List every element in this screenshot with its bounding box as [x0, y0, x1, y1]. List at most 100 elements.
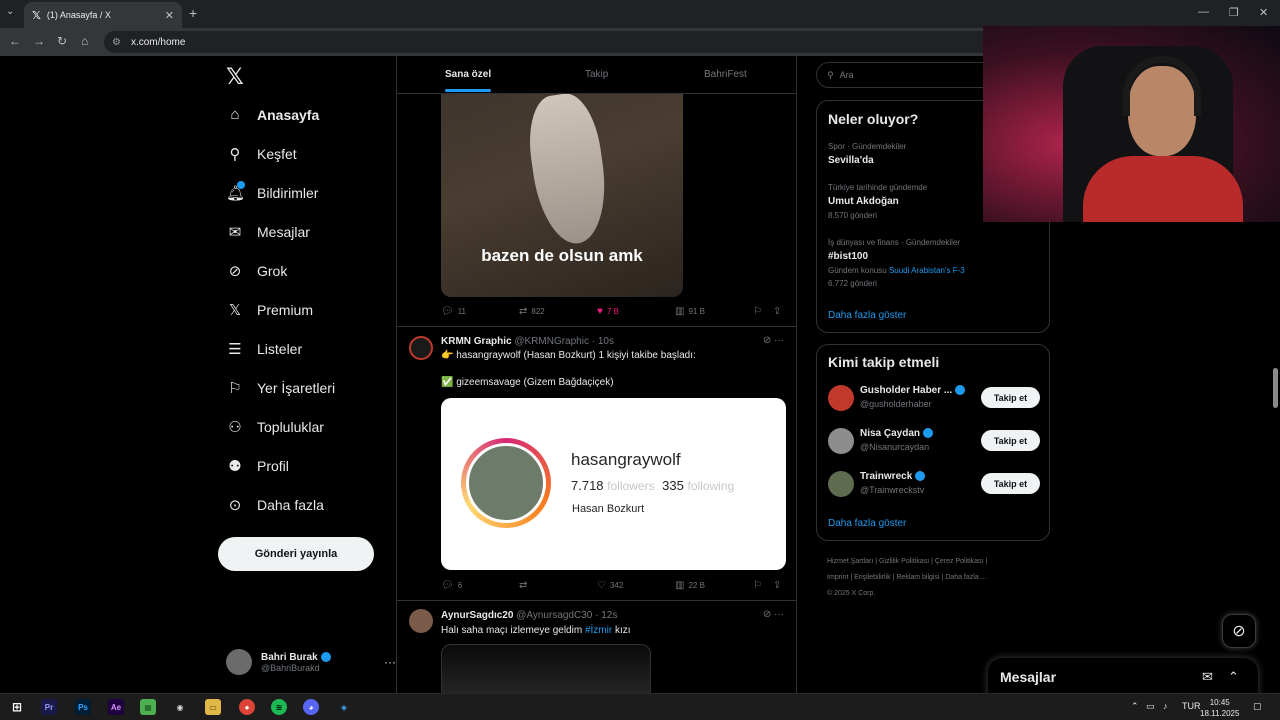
- account-switcher[interactable]: Bahri Burak @BahriBurakd ···: [226, 649, 396, 675]
- nav-profile[interactable]: ⚉ Profil: [226, 457, 289, 475]
- share-button[interactable]: ⇪: [773, 306, 785, 317]
- tweet-author-handle[interactable]: @KRMNGraphic · 10s: [514, 336, 614, 347]
- views-button[interactable]: ▥ 91 B: [675, 306, 705, 317]
- repost-button[interactable]: ⇄ 822: [519, 306, 545, 317]
- repost-button[interactable]: ⇄: [519, 580, 531, 591]
- post-button[interactable]: Gönderi yayınla: [218, 537, 374, 571]
- follow-button[interactable]: Takip et: [981, 387, 1040, 408]
- file-explorer-icon[interactable]: ▭: [205, 699, 221, 715]
- like-button[interactable]: ♡ 342: [597, 580, 623, 591]
- trend-meta: İş dünyası ve finans · Gündemdekiler: [828, 238, 961, 247]
- bookmark-button[interactable]: ⚐: [753, 306, 766, 317]
- suggestion-name: Trainwreck: [860, 471, 913, 482]
- close-tab-icon[interactable]: ✕: [165, 9, 174, 22]
- like-button[interactable]: ♥ 7 B: [597, 306, 619, 317]
- tweet-image[interactable]: [441, 644, 651, 693]
- x-logo-icon[interactable]: 𝕏: [226, 64, 244, 90]
- chrome-icon[interactable]: ●: [239, 699, 255, 715]
- trend-item[interactable]: Türkiye tarihinde gündemde Umut Akdoğan …: [828, 183, 927, 220]
- windows-start-icon[interactable]: ⊞: [9, 699, 25, 715]
- who-to-follow-show-more[interactable]: Daha fazla göster: [828, 518, 906, 529]
- reply-button[interactable]: 💬︎ 6: [441, 580, 462, 591]
- forward-icon[interactable]: →: [33, 34, 45, 48]
- after-effects-icon[interactable]: Ae: [108, 699, 124, 715]
- close-window-icon[interactable]: ✕: [1259, 6, 1268, 19]
- follow-suggestion[interactable]: Nisa Çaydan @Nisanurcaydan Takip et: [828, 426, 1040, 456]
- nav-more[interactable]: ⊙ Daha fazla: [226, 496, 324, 514]
- messages-drawer[interactable]: Mesajlar ✉ ⌃: [988, 658, 1258, 693]
- tweet-author-handle[interactable]: @AynursagdC30 · 12s: [516, 610, 617, 621]
- follow-button[interactable]: Takip et: [981, 430, 1040, 451]
- tweet-more-icon[interactable]: ⊘ ···: [763, 609, 784, 620]
- tab-following[interactable]: Takip: [585, 69, 608, 80]
- tab-bahrifest[interactable]: BahriFest: [704, 69, 747, 80]
- photoshop-icon[interactable]: Ps: [75, 699, 91, 715]
- back-icon[interactable]: ←: [9, 34, 21, 48]
- nav-grok[interactable]: ⊘ Grok: [226, 262, 288, 280]
- app-icon[interactable]: ◈: [336, 699, 352, 715]
- share-button[interactable]: ⇪: [773, 580, 785, 591]
- network-icon[interactable]: ▭: [1146, 701, 1155, 712]
- account-name: Bahri Burak: [261, 651, 318, 663]
- tweet-author-avatar[interactable]: [409, 609, 433, 633]
- reload-icon[interactable]: ↻: [57, 34, 67, 48]
- trend-item[interactable]: Spor · Gündemdekiler Sevilla'da: [828, 142, 906, 166]
- home-button-icon[interactable]: ⌂: [81, 34, 88, 48]
- new-message-icon[interactable]: ✉: [1202, 669, 1213, 685]
- instagram-profile-card[interactable]: hasangraywolf 7.718 followers 335 follow…: [441, 398, 786, 570]
- suggestion-avatar: [828, 428, 854, 454]
- follow-suggestion[interactable]: Trainwreck @Trainwreckstv Takip et: [828, 469, 1040, 499]
- footer-line[interactable]: Hizmet Şartları | Gizlilik Politikası | …: [827, 554, 1047, 570]
- browser-tab-strip: ⌄ 𝕏 (1) Anasayfa / X ✕ + — ❐ ✕: [0, 0, 1280, 28]
- views-button[interactable]: ▥ 22 B: [675, 580, 705, 591]
- nav-lists[interactable]: ☰ Listeler: [226, 340, 302, 358]
- tweet-author-avatar[interactable]: [409, 336, 433, 360]
- follow-suggestion[interactable]: Gusholder Haber ... @gusholderhaber Taki…: [828, 383, 1040, 413]
- nav-home[interactable]: ⌂ Anasayfa: [226, 106, 319, 123]
- new-tab-icon[interactable]: +: [189, 5, 197, 21]
- spotify-icon[interactable]: ≋: [271, 699, 287, 715]
- nav-communities[interactable]: ⚇ Topluluklar: [226, 418, 324, 436]
- browser-tab[interactable]: 𝕏 (1) Anasayfa / X ✕: [24, 2, 182, 28]
- tab-for-you[interactable]: Sana özel: [445, 69, 491, 80]
- bookmark-icon: ⚐: [228, 380, 242, 397]
- nav-explore[interactable]: ⚲ Keşfet: [226, 145, 297, 163]
- tweet-video[interactable]: bazen de olsun amk: [441, 94, 683, 297]
- timeline: Sana özel Takip BahriFest bazen de olsun…: [396, 56, 797, 693]
- obs-icon[interactable]: ◉: [172, 699, 188, 715]
- discord-icon[interactable]: ◕: [303, 699, 319, 715]
- search-icon: ⚲: [229, 146, 241, 163]
- premiere-icon[interactable]: Pr: [41, 699, 57, 715]
- expand-up-icon[interactable]: ⌃: [1228, 669, 1239, 685]
- nav-bookmarks[interactable]: ⚐ Yer İşaretleri: [226, 379, 335, 397]
- hashtag-link[interactable]: #İzmir: [585, 625, 612, 636]
- tweet-author-name[interactable]: AynurSagdıc20: [441, 610, 513, 621]
- card-fullname: Hasan Bozkurt: [572, 503, 645, 515]
- trend-context-link[interactable]: Suudi Arabistan's F-3: [889, 266, 965, 275]
- scrollbar-thumb[interactable]: [1273, 368, 1278, 408]
- suggestion-handle: @Nisanurcaydan: [860, 442, 930, 452]
- follow-button[interactable]: Takip et: [981, 473, 1040, 494]
- minecraft-icon[interactable]: ▦: [140, 699, 156, 715]
- url-text: x.com/home: [130, 36, 186, 48]
- reply-button[interactable]: 💬︎ 11: [441, 306, 466, 317]
- bookmark-button[interactable]: ⚐: [753, 580, 766, 591]
- restore-icon[interactable]: ❐: [1229, 6, 1239, 19]
- tweet-author-name[interactable]: KRMN Graphic: [441, 336, 512, 347]
- minimize-icon[interactable]: —: [1198, 6, 1209, 18]
- nav-premium[interactable]: 𝕏 Premium: [226, 301, 313, 319]
- trend-item[interactable]: İş dünyası ve finans · Gündemdekiler #bi…: [828, 238, 965, 288]
- volume-icon[interactable]: ♪: [1163, 701, 1168, 711]
- language-indicator[interactable]: TUR: [1182, 701, 1201, 711]
- tab-search-icon[interactable]: ⌄: [6, 6, 14, 17]
- webcam-overlay: [983, 26, 1280, 222]
- tray-chevron-icon[interactable]: ⌃: [1131, 701, 1139, 712]
- site-info-icon[interactable]: ⚙: [112, 37, 121, 48]
- trends-show-more[interactable]: Daha fazla göster: [828, 310, 906, 321]
- tweet-more-icon[interactable]: ⊘ ···: [763, 335, 784, 346]
- notification-center-icon[interactable]: ▢: [1253, 701, 1262, 712]
- nav-messages[interactable]: ✉ Mesajlar: [226, 223, 310, 241]
- taskbar-clock[interactable]: 10:45 18.11.2025: [1200, 697, 1239, 719]
- footer-line[interactable]: Imprint | Erişilebilirlik | Reklam bilgi…: [827, 570, 1047, 586]
- grok-floating-button[interactable]: ⊘: [1222, 614, 1256, 648]
